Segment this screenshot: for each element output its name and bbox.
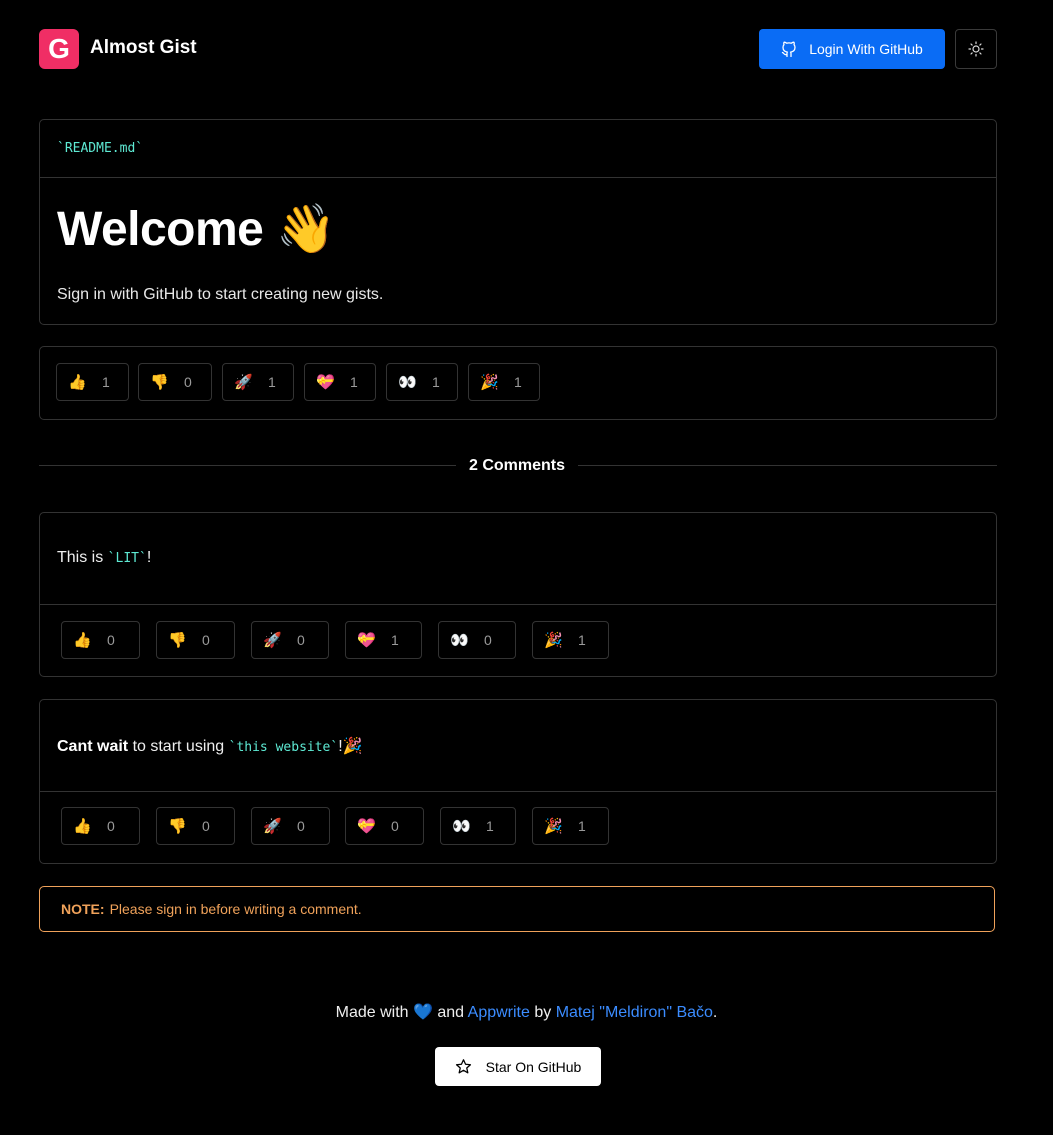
reaction-count: 1 — [432, 374, 440, 390]
readme-card: `README.md` Welcome 👋 Sign in with GitHu… — [39, 119, 997, 325]
rocket-icon: 🚀 — [263, 632, 282, 649]
readme-filename: `README.md` — [57, 141, 144, 156]
reaction-count: 1 — [268, 374, 276, 390]
reaction-count: 1 — [350, 374, 358, 390]
gist-reactions-bar: 👍 1 👎 0 🚀 1 💝 1 👀 1 🎉 1 — [39, 346, 997, 420]
reaction-heart-button[interactable]: 💝 1 — [345, 621, 422, 659]
heart-icon: 💝 — [357, 818, 376, 835]
comment-body: Cant wait to start using `this website`!… — [40, 700, 996, 792]
reaction-count: 1 — [486, 818, 494, 834]
comment-text-part: to start using — [128, 738, 229, 755]
comment-text-part: ! — [146, 549, 152, 566]
eyes-icon: 👀 — [398, 374, 417, 391]
author-link[interactable]: Matej "Meldiron" Bačo — [556, 1004, 713, 1021]
reaction-count: 1 — [391, 632, 399, 648]
reaction-count: 0 — [484, 632, 492, 648]
rocket-icon: 🚀 — [234, 374, 253, 391]
reaction-thumbs-up-button[interactable]: 👍 0 — [61, 621, 140, 659]
heart-icon: 💝 — [357, 632, 376, 649]
footer-text: Made with — [335, 1004, 409, 1021]
welcome-heading: Welcome 👋 — [57, 203, 336, 256]
top-bar: G Almost Gist Login With GitHub — [39, 29, 997, 69]
reaction-thumbs-up-button[interactable]: 👍 0 — [61, 807, 140, 845]
note-text: Please sign in before writing a comment. — [109, 901, 362, 917]
reaction-heart-button[interactable]: 💝 1 — [304, 363, 376, 401]
login-button-label: Login With GitHub — [809, 41, 923, 57]
comment-bold-text: Cant wait — [57, 738, 129, 755]
reaction-thumbs-up-button[interactable]: 👍 1 — [56, 363, 129, 401]
reaction-rocket-button[interactable]: 🚀 1 — [222, 363, 294, 401]
reaction-count: 1 — [514, 374, 522, 390]
footer-text: . — [712, 1004, 718, 1021]
thumbs-up-icon: 👍 — [73, 632, 92, 649]
reaction-count: 1 — [578, 818, 586, 834]
inline-code: `LIT` — [107, 551, 147, 566]
github-icon — [782, 41, 796, 57]
footer-text: by — [534, 1004, 552, 1021]
thumbs-up-icon: 👍 — [68, 374, 87, 391]
sign-in-note: NOTE: Please sign in before writing a co… — [39, 886, 995, 932]
reaction-eyes-button[interactable]: 👀 1 — [386, 363, 458, 401]
thumbs-up-icon: 👍 — [73, 818, 92, 835]
reaction-count: 0 — [297, 632, 305, 648]
reaction-eyes-button[interactable]: 👀 0 — [438, 621, 516, 659]
reaction-thumbs-down-button[interactable]: 👎 0 — [156, 621, 235, 659]
readme-text: Sign in with GitHub to start creating ne… — [57, 286, 384, 303]
star-button-label: Star On GitHub — [485, 1058, 582, 1075]
reaction-rocket-button[interactable]: 🚀 0 — [251, 621, 329, 659]
thumbs-down-icon: 👎 — [168, 818, 187, 835]
comment-text: This is `LIT`! — [57, 549, 151, 567]
reaction-count: 0 — [297, 818, 305, 834]
comment-card: Cant wait to start using `this website`!… — [39, 699, 997, 864]
reaction-party-button[interactable]: 🎉 1 — [532, 621, 609, 659]
comment-text-part: !🎉 — [338, 738, 363, 755]
sun-icon — [968, 41, 984, 57]
reaction-count: 0 — [184, 374, 192, 390]
reaction-count: 0 — [107, 818, 115, 834]
comment-card: This is `LIT`! 👍 0 👎 0 🚀 0 💝 1 👀 0 🎉 1 — [39, 512, 997, 677]
party-popper-icon: 🎉 — [544, 818, 563, 835]
reaction-count: 1 — [102, 374, 110, 390]
thumbs-down-icon: 👎 — [150, 374, 169, 391]
reaction-party-button[interactable]: 🎉 1 — [468, 363, 540, 401]
party-popper-icon: 🎉 — [480, 374, 499, 391]
footer-text: and — [437, 1004, 465, 1021]
reaction-rocket-button[interactable]: 🚀 0 — [251, 807, 330, 845]
app-title[interactable]: Almost Gist — [90, 37, 197, 59]
heart-icon: 💝 — [316, 374, 335, 391]
comment-body: This is `LIT`! — [40, 513, 996, 605]
reaction-count: 0 — [202, 632, 210, 648]
eyes-icon: 👀 — [452, 818, 471, 835]
reaction-count: 0 — [202, 818, 210, 834]
readme-header: `README.md` — [40, 120, 996, 178]
reaction-eyes-button[interactable]: 👀 1 — [440, 807, 516, 845]
reaction-thumbs-down-button[interactable]: 👎 0 — [156, 807, 235, 845]
comment-text-part: This is — [57, 549, 108, 566]
eyes-icon: 👀 — [450, 632, 469, 649]
star-icon — [455, 1059, 471, 1074]
thumbs-down-icon: 👎 — [168, 632, 187, 649]
app-logo[interactable]: G — [39, 29, 79, 69]
note-label: NOTE: — [61, 901, 105, 917]
rocket-icon: 🚀 — [263, 818, 282, 835]
reaction-heart-button[interactable]: 💝 0 — [345, 807, 424, 845]
reaction-count: 0 — [107, 632, 115, 648]
inline-code: `this website` — [228, 740, 339, 755]
comment-text: Cant wait to start using `this website`!… — [57, 736, 363, 756]
blue-heart-icon: 💙 — [413, 1004, 433, 1021]
appwrite-link[interactable]: Appwrite — [468, 1004, 530, 1021]
reaction-party-button[interactable]: 🎉 1 — [532, 807, 609, 845]
comments-count-heading: 2 Comments — [456, 456, 579, 476]
theme-toggle-button[interactable] — [955, 29, 997, 69]
reaction-count: 1 — [578, 632, 586, 648]
reaction-count: 0 — [391, 818, 399, 834]
reaction-thumbs-down-button[interactable]: 👎 0 — [138, 363, 212, 401]
party-popper-icon: 🎉 — [544, 632, 563, 649]
star-on-github-button[interactable]: Star On GitHub — [435, 1047, 601, 1086]
footer-credits: Made with 💙 and Appwrite by Matej "Meldi… — [0, 1002, 1053, 1022]
login-with-github-button[interactable]: Login With GitHub — [759, 29, 945, 69]
